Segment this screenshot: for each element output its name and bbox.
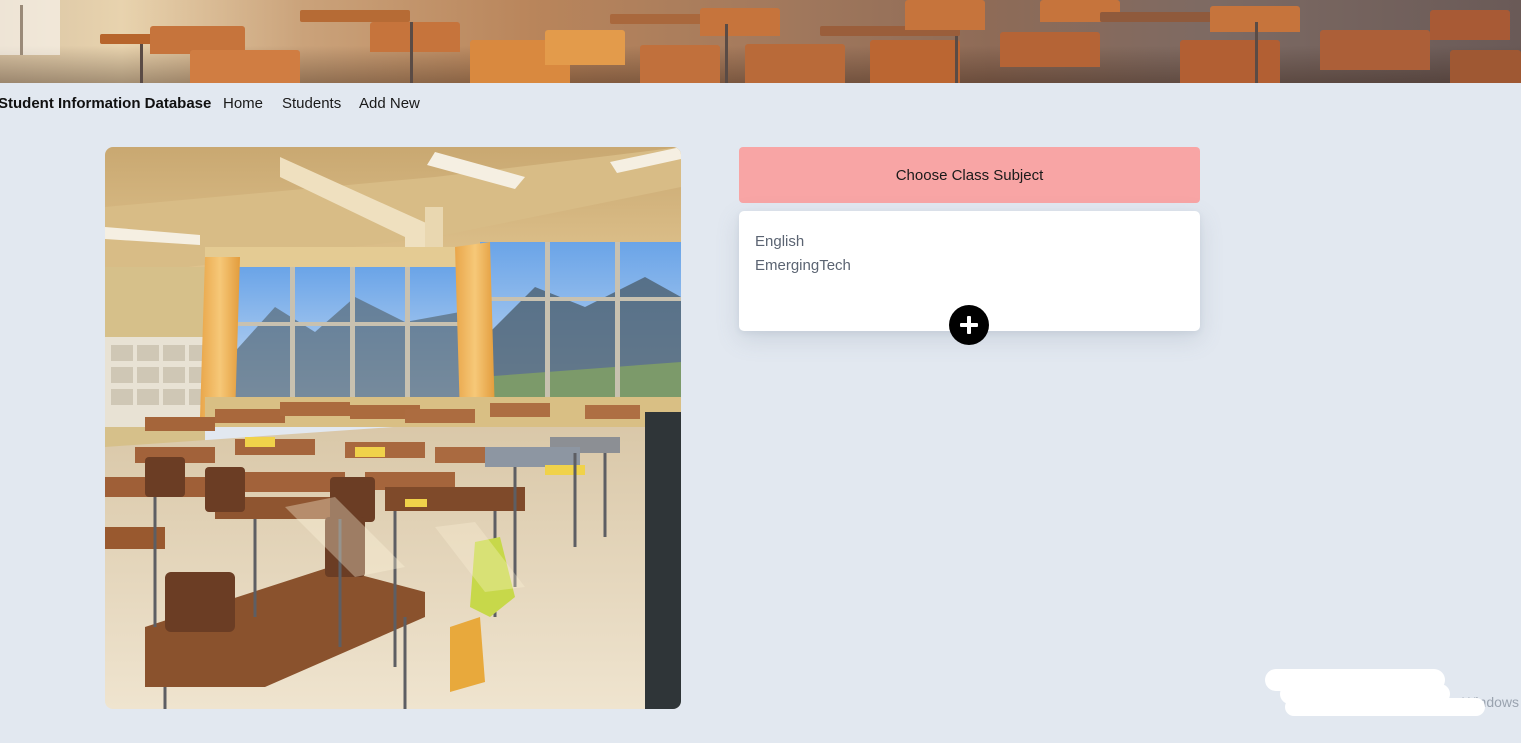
brand-title[interactable]: Student Information Database [0,95,211,112]
header-banner-image [0,0,1521,83]
subject-list: English EmergingTech [755,230,851,278]
classroom-image [105,147,681,709]
subject-item-english[interactable]: English [755,230,851,254]
nav-link-home[interactable]: Home [223,95,263,112]
navbar: Student Information Database Home Studen… [0,83,1521,125]
nav-link-students[interactable]: Students [282,95,341,112]
choose-class-subject-label: Choose Class Subject [895,166,1044,184]
choose-class-subject-button[interactable]: Choose Class Subject [739,147,1200,203]
subject-item-emergingtech[interactable]: EmergingTech [755,254,851,278]
redaction-scribble [1285,698,1485,716]
nav-link-add-new[interactable]: Add New [359,95,420,112]
add-subject-button[interactable] [949,305,989,345]
page: Student Information Database Home Studen… [0,0,1521,743]
activate-windows-watermark: vs e Windows [1255,664,1521,724]
plus-circle-icon [960,316,978,334]
